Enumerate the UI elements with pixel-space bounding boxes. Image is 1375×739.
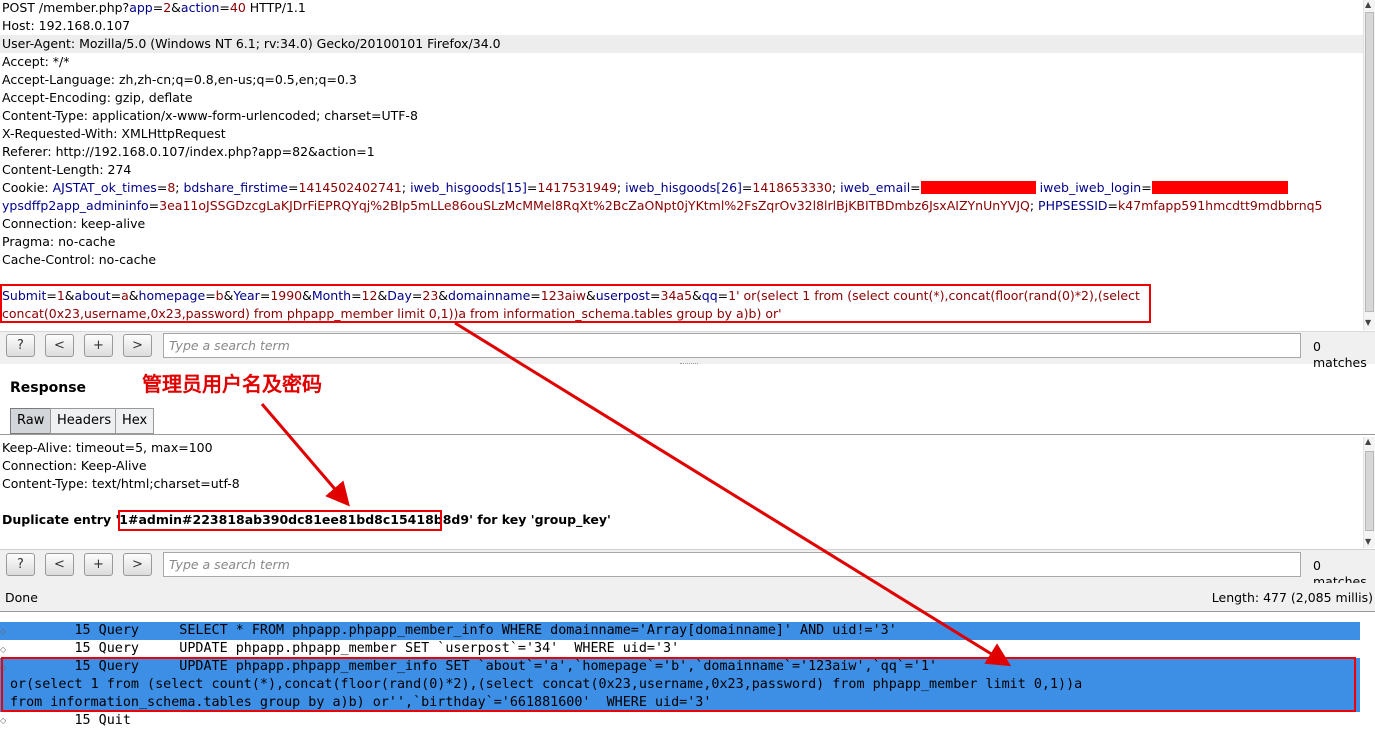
arrow-to-executed-query <box>454 321 1012 667</box>
annotation-arrows <box>260 321 1012 667</box>
arrow-to-credentials <box>260 403 350 507</box>
